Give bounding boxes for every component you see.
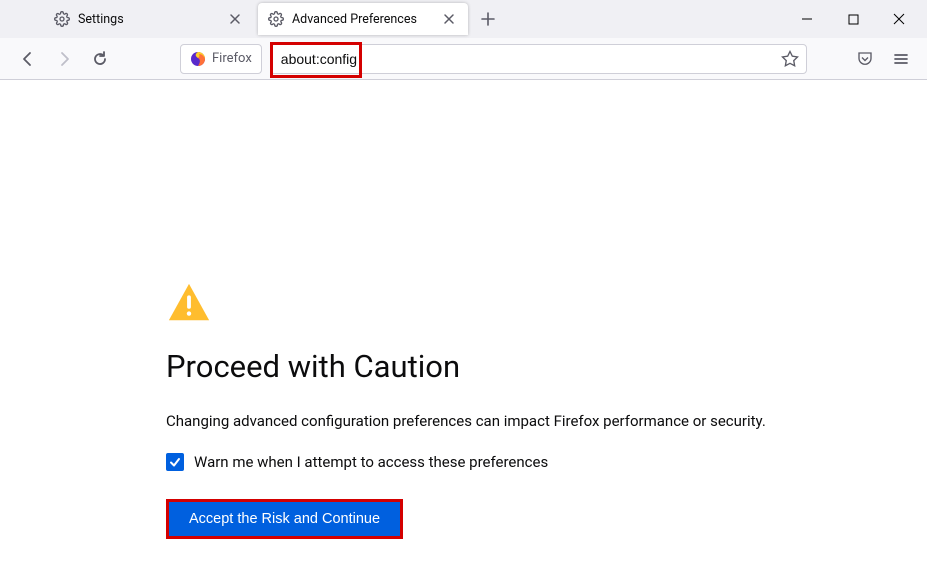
pocket-button[interactable] (851, 45, 879, 73)
checkbox-label: Warn me when I attempt to access these p… (194, 453, 548, 471)
warn-checkbox-row[interactable]: Warn me when I attempt to access these p… (166, 453, 786, 471)
tabs-container: Settings Advanced Preferences (8, 0, 502, 38)
warning-container: Proceed with Caution Changing advanced c… (166, 80, 786, 539)
back-button[interactable] (12, 43, 44, 75)
app-menu-button[interactable] (887, 45, 915, 73)
minimize-button[interactable] (799, 11, 815, 27)
maximize-button[interactable] (845, 11, 861, 27)
gear-icon (268, 11, 284, 27)
firefox-logo-icon (190, 51, 206, 67)
new-tab-button[interactable] (474, 5, 502, 33)
tab-bar: Settings Advanced Preferences (0, 0, 927, 38)
bookmark-star-button[interactable] (779, 48, 801, 70)
identity-box[interactable]: Firefox (180, 44, 262, 74)
window-controls (799, 0, 921, 38)
tab-title: Settings (78, 12, 218, 27)
reload-button[interactable] (84, 43, 116, 75)
close-icon[interactable] (226, 10, 244, 28)
nav-toolbar: Firefox (0, 38, 927, 80)
close-icon[interactable] (440, 10, 458, 28)
tab-title: Advanced Preferences (292, 12, 432, 27)
page-content: Proceed with Caution Changing advanced c… (0, 80, 927, 539)
checkbox-checked-icon[interactable] (166, 453, 184, 471)
forward-button[interactable] (48, 43, 80, 75)
urlbar-container (270, 44, 807, 74)
tab-settings[interactable]: Settings (44, 3, 254, 35)
close-window-button[interactable] (891, 11, 907, 27)
identity-label: Firefox (212, 51, 252, 66)
url-input[interactable] (270, 44, 807, 74)
warning-triangle-icon (166, 280, 212, 326)
accept-risk-button[interactable]: Accept the Risk and Continue (169, 502, 400, 536)
tab-advanced-preferences[interactable]: Advanced Preferences (258, 3, 468, 35)
warning-description: Changing advanced configuration preferen… (166, 411, 786, 433)
warning-title: Proceed with Caution (166, 348, 786, 385)
highlight-box-button: Accept the Risk and Continue (166, 499, 403, 539)
gear-icon (54, 11, 70, 27)
